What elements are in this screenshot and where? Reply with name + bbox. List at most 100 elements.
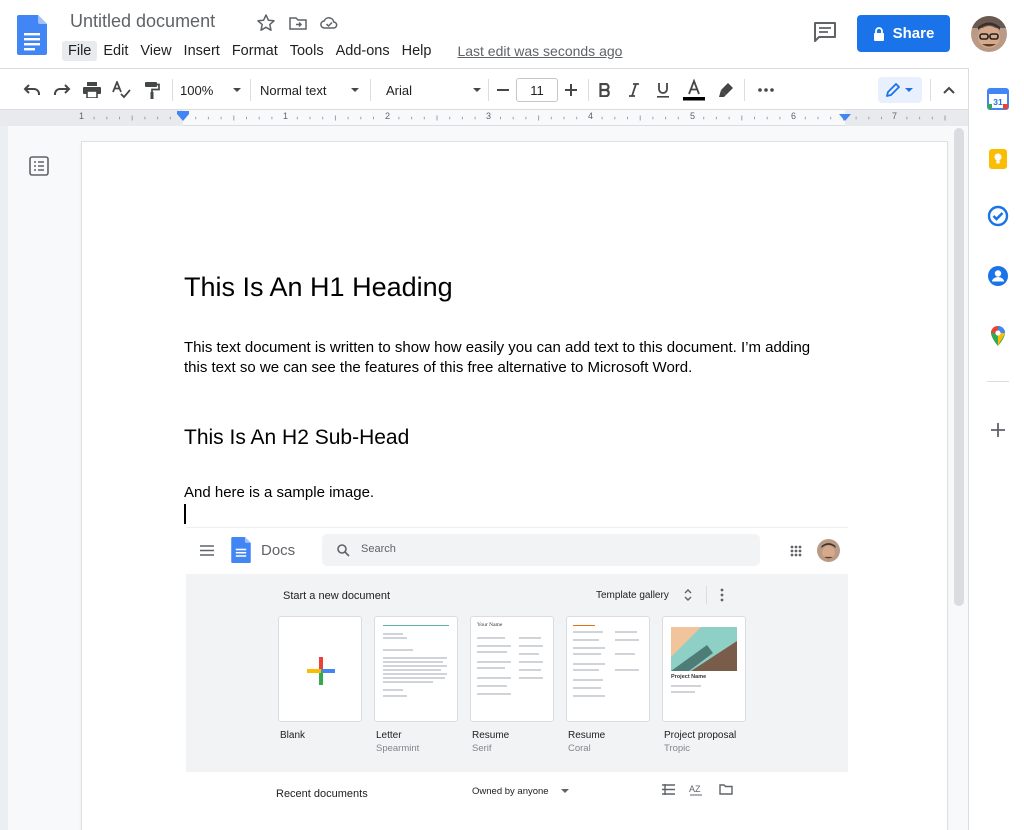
template-label: Resume bbox=[568, 730, 606, 741]
resume-card-title: Your Name bbox=[477, 622, 503, 628]
spellcheck-button[interactable] bbox=[110, 77, 134, 103]
ruler-label: 4 bbox=[588, 111, 594, 121]
proposal-graphic bbox=[671, 627, 737, 671]
document-outline-icon[interactable] bbox=[28, 155, 50, 177]
menu-file[interactable]: File bbox=[62, 41, 98, 61]
embed-template-area: Start a new document Template gallery Yo… bbox=[186, 574, 848, 772]
menu-tools[interactable]: Tools bbox=[284, 41, 330, 61]
sort-az-icon: AZ bbox=[689, 784, 702, 796]
pencil-icon bbox=[886, 83, 900, 97]
heading-2[interactable]: This Is An H2 Sub-Head bbox=[184, 426, 409, 450]
star-icon[interactable] bbox=[256, 13, 276, 33]
header-bar: Untitled document File Edit View Insert … bbox=[0, 0, 1024, 68]
ruler-label: 1 bbox=[79, 111, 85, 121]
last-edit-link[interactable]: Last edit was seconds ago bbox=[457, 43, 622, 59]
embed-avatar bbox=[817, 539, 840, 562]
highlight-color-button[interactable] bbox=[714, 77, 738, 103]
google-docs-window: Untitled document File Edit View Insert … bbox=[0, 0, 1024, 830]
embed-docs-header: Docs Search bbox=[186, 528, 848, 574]
heading-1[interactable]: This Is An H1 Heading bbox=[184, 272, 453, 303]
tasks-icon[interactable] bbox=[987, 205, 1009, 227]
font-family-value: Arial bbox=[386, 82, 413, 98]
document-page[interactable]: This Is An H1 Heading This text document… bbox=[82, 142, 947, 830]
zoom-select[interactable]: 100% bbox=[180, 77, 242, 103]
multicolor-plus-icon bbox=[307, 657, 335, 685]
print-button[interactable] bbox=[80, 77, 104, 103]
sample-image[interactable]: Docs Search Start a new document Templat… bbox=[186, 527, 848, 830]
body-paragraph[interactable]: This text document is written to show ho… bbox=[184, 338, 824, 378]
italic-icon bbox=[629, 83, 639, 97]
template-project-proposal: Project Name bbox=[662, 616, 746, 722]
menu-add-ons[interactable]: Add-ons bbox=[330, 41, 396, 61]
bold-button[interactable] bbox=[594, 77, 616, 103]
move-to-folder-icon[interactable] bbox=[288, 13, 308, 33]
ruler-label: 1 bbox=[283, 111, 289, 121]
font-family-select[interactable]: Arial bbox=[380, 77, 482, 103]
calendar-icon[interactable]: 31 bbox=[987, 88, 1009, 110]
menu-help[interactable]: Help bbox=[396, 41, 438, 61]
undo-icon bbox=[23, 84, 40, 95]
template-sublabel: Spearmint bbox=[376, 743, 420, 754]
vertical-scrollbar[interactable] bbox=[954, 128, 964, 606]
add-addon-icon[interactable] bbox=[987, 419, 1009, 441]
horizontal-ruler[interactable]: 1 1 2 3 4 5 6 7 bbox=[0, 110, 968, 126]
contacts-icon[interactable] bbox=[987, 265, 1009, 287]
share-button[interactable]: Share bbox=[857, 15, 950, 52]
account-avatar[interactable] bbox=[971, 16, 1007, 52]
share-label: Share bbox=[892, 25, 935, 42]
maps-icon[interactable] bbox=[987, 325, 1009, 347]
ruler-label: 5 bbox=[690, 111, 696, 121]
decrease-font-size-button[interactable] bbox=[492, 77, 514, 103]
more-vertical-icon bbox=[720, 588, 724, 602]
text-color-button[interactable] bbox=[681, 77, 707, 103]
italic-button[interactable] bbox=[623, 77, 645, 103]
lock-icon bbox=[873, 26, 884, 41]
font-size-input[interactable]: 11 bbox=[516, 78, 558, 102]
menu-view[interactable]: View bbox=[134, 41, 177, 61]
dropdown-arrow-icon bbox=[561, 789, 569, 793]
underline-icon bbox=[657, 83, 669, 98]
redo-button[interactable] bbox=[50, 77, 74, 103]
highlighter-icon bbox=[719, 83, 733, 97]
start-new-document-label: Start a new document bbox=[283, 590, 391, 602]
template-letter bbox=[374, 616, 458, 722]
ruler-label: 7 bbox=[892, 111, 898, 121]
menu-format[interactable]: Format bbox=[226, 41, 284, 61]
ruler-label: 3 bbox=[486, 111, 492, 121]
hide-menus-button[interactable] bbox=[938, 77, 960, 103]
text-cursor bbox=[184, 504, 186, 524]
editing-mode-button[interactable] bbox=[878, 77, 922, 103]
search-icon bbox=[337, 544, 350, 557]
template-label: Project proposal bbox=[664, 730, 737, 741]
document-title[interactable]: Untitled document bbox=[70, 11, 215, 32]
cloud-saved-icon[interactable] bbox=[319, 13, 339, 33]
underline-button[interactable] bbox=[652, 77, 674, 103]
vertical-ruler[interactable] bbox=[0, 126, 8, 830]
template-sublabel: Serif bbox=[472, 743, 492, 754]
menu-bar: File Edit View Insert Format Tools Add-o… bbox=[62, 40, 622, 62]
increase-font-size-button[interactable] bbox=[560, 77, 582, 103]
print-icon bbox=[83, 82, 101, 98]
zoom-value: 100% bbox=[180, 82, 214, 98]
menu-edit[interactable]: Edit bbox=[97, 41, 134, 61]
ruler-ticks bbox=[0, 110, 968, 126]
more-options-button[interactable] bbox=[752, 77, 780, 103]
dropdown-arrow-icon bbox=[233, 88, 241, 92]
docs-logo-icon[interactable] bbox=[17, 15, 47, 55]
undo-button[interactable] bbox=[20, 77, 44, 103]
ruler-label: 2 bbox=[385, 111, 391, 121]
dropdown-arrow-icon bbox=[351, 88, 359, 92]
body-paragraph-2[interactable]: And here is a sample image. bbox=[184, 484, 374, 501]
menu-insert[interactable]: Insert bbox=[178, 41, 226, 61]
formatting-toolbar: 100% Normal text Arial 11 bbox=[0, 68, 968, 110]
comment-history-icon[interactable] bbox=[812, 21, 838, 43]
owned-by-filter: Owned by anyone bbox=[472, 786, 549, 797]
calendar-day: 31 bbox=[993, 97, 1003, 107]
template-blank bbox=[278, 616, 362, 722]
paint-format-button[interactable] bbox=[140, 77, 164, 103]
embed-app-name: Docs bbox=[261, 542, 296, 559]
keep-icon[interactable] bbox=[987, 148, 1009, 170]
paragraph-style-select[interactable]: Normal text bbox=[260, 77, 360, 103]
ruler-label: 6 bbox=[791, 111, 797, 121]
template-gallery-label: Template gallery bbox=[596, 590, 669, 601]
